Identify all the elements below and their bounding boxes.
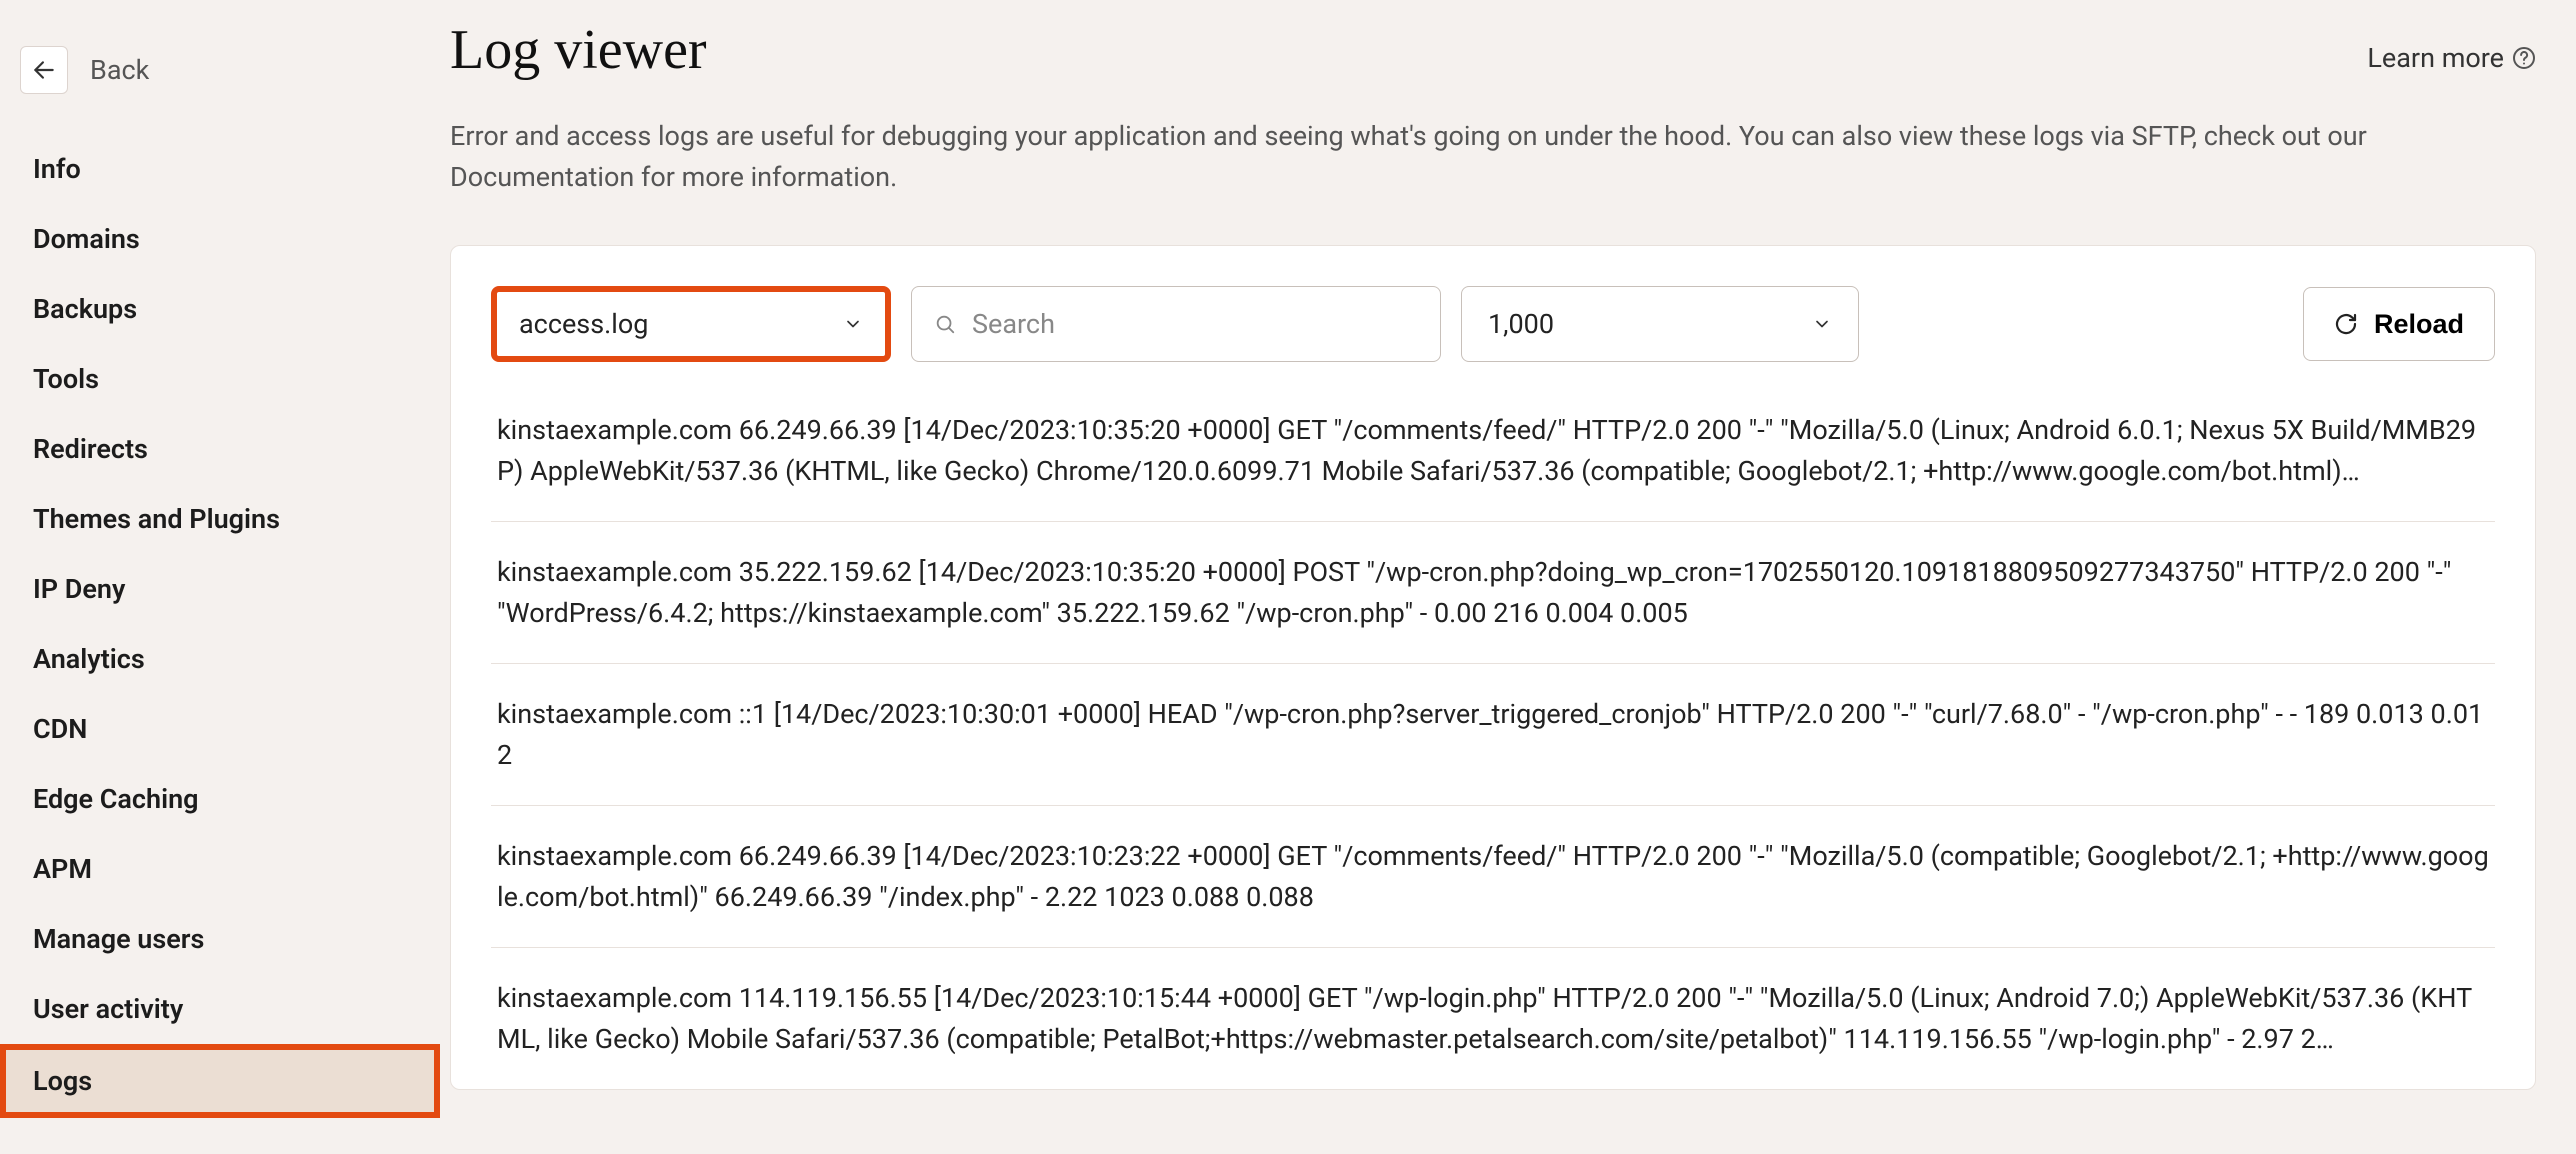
search-icon [934, 313, 956, 335]
reload-label: Reload [2374, 309, 2464, 340]
learn-more-label: Learn more [2367, 42, 2504, 74]
reload-button[interactable]: Reload [2303, 287, 2495, 361]
sidebar-item-redirects[interactable]: Redirects [0, 414, 440, 484]
main-content: Log viewer Learn more Error and access l… [440, 0, 2576, 1154]
sidebar-item-info[interactable]: Info [0, 134, 440, 204]
help-icon [2512, 46, 2536, 70]
sidebar-item-logs[interactable]: Logs [0, 1044, 440, 1118]
chevron-down-icon [1812, 314, 1832, 334]
page-title: Log viewer [450, 18, 707, 82]
sidebar-item-apm[interactable]: APM [0, 834, 440, 904]
sidebar-item-tools[interactable]: Tools [0, 344, 440, 414]
count-select[interactable]: 1,000 [1461, 286, 1859, 362]
sidebar-item-user-activity[interactable]: User activity [0, 974, 440, 1044]
log-type-select[interactable]: access.log [491, 286, 891, 362]
log-list: kinstaexample.com 66.249.66.39 [14/Dec/2… [491, 406, 2495, 1089]
sidebar-item-edge-caching[interactable]: Edge Caching [0, 764, 440, 834]
count-value: 1,000 [1488, 308, 1554, 340]
controls-row: access.log Search 1,000 Reload [491, 286, 2495, 362]
log-entry[interactable]: kinstaexample.com 114.119.156.55 [14/Dec… [491, 947, 2495, 1089]
search-placeholder: Search [972, 308, 1055, 340]
back-button[interactable]: Back [0, 32, 440, 134]
back-arrow-icon [20, 46, 68, 94]
page-description: Error and access logs are useful for deb… [450, 116, 2536, 197]
learn-more-link[interactable]: Learn more [2367, 18, 2536, 74]
sidebar-item-themes-and-plugins[interactable]: Themes and Plugins [0, 484, 440, 554]
log-entry[interactable]: kinstaexample.com ::1 [14/Dec/2023:10:30… [491, 663, 2495, 805]
log-card: access.log Search 1,000 Reload kinstaexa [450, 245, 2536, 1090]
sidebar-item-manage-users[interactable]: Manage users [0, 904, 440, 974]
log-type-value: access.log [519, 308, 648, 340]
log-entry[interactable]: kinstaexample.com 66.249.66.39 [14/Dec/2… [491, 406, 2495, 521]
sidebar-nav: InfoDomainsBackupsToolsRedirectsThemes a… [0, 134, 440, 1118]
sidebar-item-backups[interactable]: Backups [0, 274, 440, 344]
log-entry[interactable]: kinstaexample.com 35.222.159.62 [14/Dec/… [491, 521, 2495, 663]
chevron-down-icon [843, 314, 863, 334]
back-label: Back [90, 54, 149, 86]
sidebar-item-ip-deny[interactable]: IP Deny [0, 554, 440, 624]
search-input[interactable]: Search [911, 286, 1441, 362]
sidebar-item-domains[interactable]: Domains [0, 204, 440, 274]
reload-icon [2334, 312, 2358, 336]
sidebar-item-cdn[interactable]: CDN [0, 694, 440, 764]
sidebar-item-analytics[interactable]: Analytics [0, 624, 440, 694]
log-entry[interactable]: kinstaexample.com 66.249.66.39 [14/Dec/2… [491, 805, 2495, 947]
sidebar: Back InfoDomainsBackupsToolsRedirectsThe… [0, 0, 440, 1154]
